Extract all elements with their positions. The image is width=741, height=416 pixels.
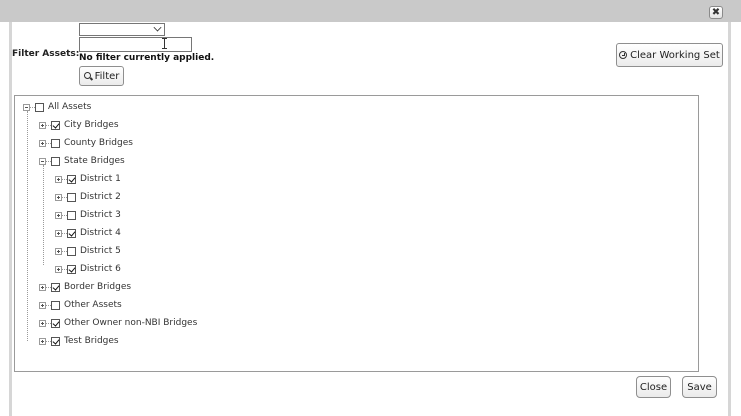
search-icon [83,72,93,81]
tree-node[interactable]: Other Owner non-NBI Bridges [39,316,197,330]
tree-checkbox[interactable] [51,156,60,166]
tree-node-label: District 5 [80,246,121,256]
tree-node[interactable]: Other Assets [39,298,122,312]
tree-node-district[interactable]: District 1 [55,172,121,186]
tree-node[interactable]: Border Bridges [39,280,131,294]
chevron-down-icon [153,23,162,32]
text-cursor-icon [162,38,167,49]
working-set-dialog: ✖ Filter Assets: No filter currently app… [0,0,741,416]
filter-text-input[interactable] [79,37,192,52]
expand-icon[interactable] [55,175,62,183]
tree-connector [27,111,28,341]
expand-icon[interactable] [39,301,46,309]
tree-checkbox[interactable] [51,282,60,292]
tree-node-label: District 2 [80,192,121,202]
tree-checkbox[interactable] [67,210,76,220]
dialog-border-left [9,22,12,416]
tree-checkbox[interactable] [67,228,76,238]
close-icon[interactable]: ✖ [709,6,723,19]
expand-icon[interactable] [55,211,62,219]
tree-node[interactable]: City Bridges [39,118,119,132]
tree-checkbox[interactable] [67,174,76,184]
tree-checkbox[interactable] [51,300,60,310]
expand-icon[interactable] [55,265,62,273]
tree-node-label: District 4 [80,228,121,238]
tree-node-label: State Bridges [64,156,125,166]
close-button[interactable]: Close [636,376,671,398]
dialog-titlebar [0,0,741,22]
tree-node-label: District 1 [80,174,121,184]
tree-node[interactable]: State Bridges [39,154,125,168]
tree-node-district[interactable]: District 6 [55,262,121,276]
tree-node-label: Other Owner non-NBI Bridges [64,318,198,328]
expand-icon[interactable] [55,247,62,255]
filter-status-text: No filter currently applied. [79,53,215,63]
expand-icon[interactable] [55,193,62,201]
expand-icon[interactable] [39,283,46,291]
tree-node-district[interactable]: District 5 [55,244,121,258]
tree-checkbox[interactable] [51,120,60,130]
tree-connector [43,165,44,265]
tree-node-label: Other Assets [64,300,122,310]
filter-assets-label: Filter Assets: [12,49,80,59]
collapse-icon[interactable] [23,103,30,111]
tree-checkbox[interactable] [51,138,60,148]
clear-working-set-button[interactable]: Clear Working Set [616,43,723,67]
tree-node-label: City Bridges [64,120,119,130]
tree-checkbox[interactable] [67,246,76,256]
tree-checkbox[interactable] [67,192,76,202]
tree-checkbox[interactable] [51,318,60,328]
filter-button[interactable]: Filter [79,66,124,86]
tree-node-label: Border Bridges [64,282,132,292]
tree-node-label: All Assets [48,102,92,112]
expand-icon[interactable] [39,139,46,147]
expand-icon[interactable] [55,229,62,237]
collapse-icon[interactable] [39,157,46,165]
all-assets-checkbox[interactable] [35,102,44,112]
tree-node[interactable]: County Bridges [39,136,133,150]
tree-checkbox[interactable] [51,336,60,346]
save-button[interactable]: Save [682,376,717,398]
tree-node-district[interactable]: District 4 [55,226,121,240]
tree-node-district[interactable]: District 3 [55,208,121,222]
tree-checkbox[interactable] [67,264,76,274]
filter-type-select[interactable] [79,23,165,36]
tree-node-label: County Bridges [64,138,133,148]
tree-node-label: District 3 [80,210,121,220]
expand-icon[interactable] [39,319,46,327]
asset-tree: All Assets City Bridges County Bridges S… [14,95,699,372]
filter-button-label: Filter [94,70,120,82]
expand-icon[interactable] [39,337,46,345]
expand-icon[interactable] [39,121,46,129]
tree-node-district[interactable]: District 2 [55,190,121,204]
tree-node-label: Test Bridges [64,336,119,346]
clear-working-set-label: Clear Working Set [630,49,720,61]
tree-node[interactable]: Test Bridges [39,334,119,348]
tree-node-all-assets[interactable]: All Assets [23,100,91,114]
clock-reset-icon [619,51,628,59]
dialog-border-right [728,22,731,416]
tree-node-label: District 6 [80,264,121,274]
